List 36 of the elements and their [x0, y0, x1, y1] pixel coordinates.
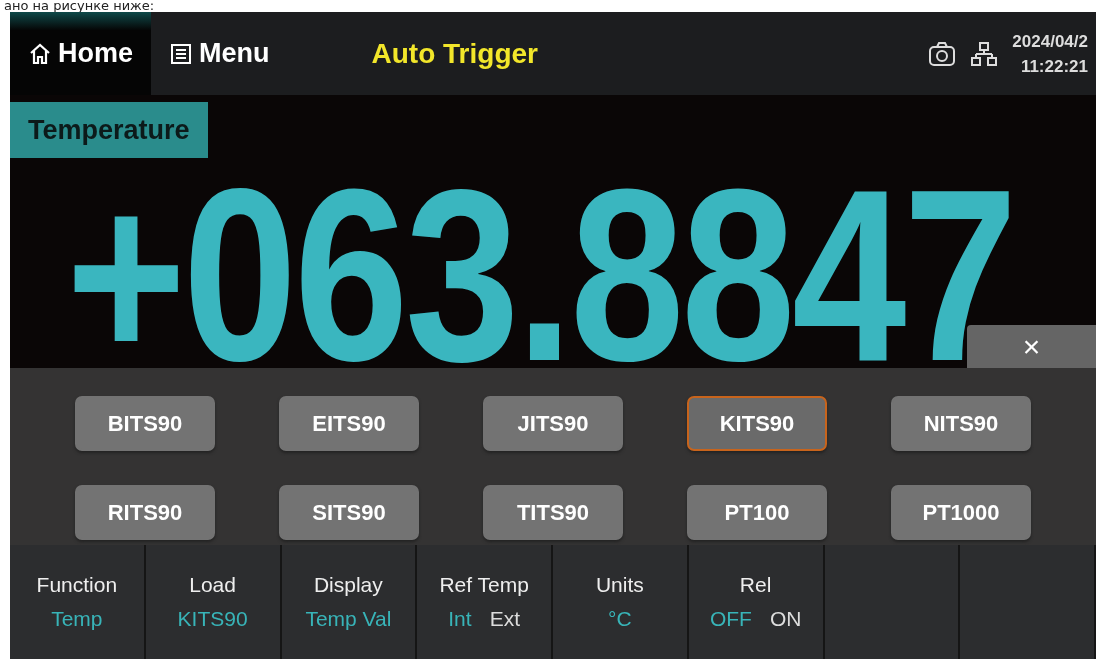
softkey-label: Function [36, 573, 118, 597]
sensor-option[interactable]: SITS90 [279, 485, 419, 540]
softkey-label: Units [595, 573, 644, 597]
sensor-option[interactable]: KITS90 [687, 396, 827, 451]
softkey-label: Ref Temp [439, 573, 529, 597]
softkey-value: Temp Val [305, 607, 392, 631]
sensor-option[interactable]: PT1000 [891, 485, 1031, 540]
softkey-label: Display [313, 573, 383, 597]
softkey-value: Temp [51, 607, 103, 631]
softkey-label: Load [189, 573, 236, 597]
header-tab[interactable]: Menu [151, 12, 288, 95]
trigger-mode: Auto Trigger [371, 37, 538, 70]
softkey-value: °C [608, 607, 632, 631]
sensor-option[interactable]: EITS90 [279, 396, 419, 451]
softkey-value: KITS90 [177, 607, 248, 631]
caption-text: ано на рисунке ниже: [3, 0, 156, 12]
softkey-option: OFF [709, 607, 752, 631]
function-tag: Temperature [10, 102, 208, 158]
softkey-label: Rel [739, 573, 772, 597]
home-icon [28, 41, 52, 66]
close-button[interactable]: × [967, 325, 1096, 368]
softkey-option: Ext [489, 607, 520, 631]
softkey-option: Int [448, 607, 472, 631]
sensor-option[interactable]: TITS90 [483, 485, 623, 540]
sensor-option[interactable]: PT100 [687, 485, 827, 540]
menu-icon [169, 41, 193, 66]
softkey-option: ON [769, 607, 802, 631]
time-text: 11:22:21 [1019, 55, 1088, 78]
camera-icon[interactable] [928, 39, 957, 68]
network-icon [970, 39, 999, 68]
sensor-option[interactable]: RITS90 [75, 485, 215, 540]
sensor-option[interactable]: JITS90 [483, 396, 623, 451]
sensor-option[interactable]: BITS90 [75, 396, 215, 451]
date-text: 2024/04/2 [1012, 30, 1088, 53]
sensor-option[interactable]: NITS90 [891, 396, 1031, 451]
header-tab[interactable]: Home [10, 12, 151, 95]
